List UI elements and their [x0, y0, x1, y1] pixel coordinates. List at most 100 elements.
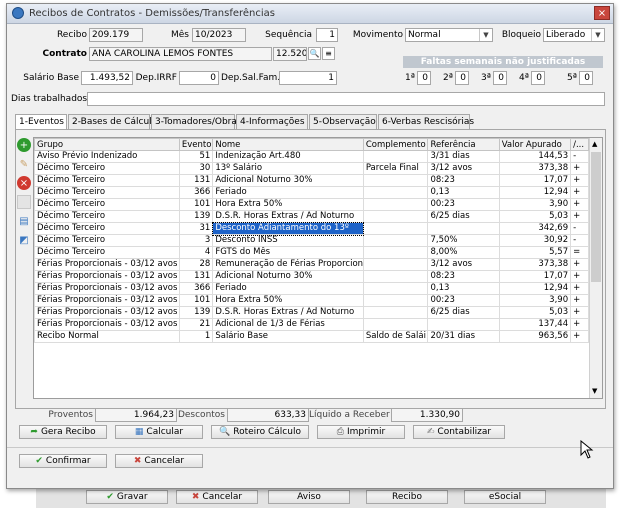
table-cell[interactable]: 21: [178, 318, 214, 331]
table-cell[interactable]: Desconto Adiantamento do 13º: [211, 221, 365, 236]
table-cell[interactable]: 139: [178, 210, 214, 223]
search-icon[interactable]: 🔍: [308, 47, 321, 60]
table-cell[interactable]: 3/12 avos: [427, 258, 500, 271]
table-cell[interactable]: Adicional de 1/3 de Férias: [212, 318, 364, 331]
table-cell[interactable]: 3: [178, 234, 214, 247]
table-cell[interactable]: [427, 222, 500, 235]
table-cell[interactable]: 342,69: [498, 222, 572, 235]
table-cell[interactable]: +: [570, 162, 589, 175]
imprimir-button[interactable]: ⎙ Imprimir: [317, 425, 405, 439]
table-cell[interactable]: Feriado: [212, 282, 364, 295]
table-cell[interactable]: Décimo Terceiro: [34, 186, 180, 199]
dep-irrf-field[interactable]: 0: [179, 71, 219, 85]
chart-icon[interactable]: ◩: [17, 233, 31, 247]
table-cell[interactable]: +: [570, 198, 589, 211]
sequencia-field[interactable]: 1: [316, 28, 338, 42]
table-cell[interactable]: [362, 294, 429, 307]
table-cell[interactable]: +: [570, 282, 589, 295]
delete-icon[interactable]: ×: [17, 176, 31, 190]
table-cell[interactable]: -: [570, 150, 589, 163]
table-cell[interactable]: [362, 270, 429, 283]
table-cell[interactable]: 144,53: [498, 150, 572, 163]
table-cell[interactable]: +: [570, 330, 589, 343]
table-cell[interactable]: Décimo Terceiro: [34, 174, 180, 187]
table-cell[interactable]: Adicional Noturno 30%: [212, 270, 364, 283]
scroll-thumb[interactable]: [591, 152, 601, 282]
table-cell[interactable]: Décimo Terceiro: [34, 246, 180, 259]
table-cell[interactable]: Adicional Noturno 30%: [212, 174, 364, 187]
table-cell[interactable]: +: [570, 270, 589, 283]
table-cell[interactable]: 366: [178, 186, 214, 199]
calcular-button[interactable]: ▦ Calcular: [115, 425, 203, 439]
table-cell[interactable]: Décimo Terceiro: [34, 210, 180, 223]
table-cell[interactable]: +: [570, 186, 589, 199]
gravar-button[interactable]: ✔ Gravar: [86, 490, 168, 504]
table-cell[interactable]: Férias Proporcionais - 03/12 avos: [34, 270, 180, 283]
table-cell[interactable]: +: [570, 306, 589, 319]
col-nome[interactable]: Nome: [212, 138, 364, 151]
table-cell[interactable]: +: [570, 294, 589, 307]
table-cell[interactable]: 3,90: [498, 294, 572, 307]
table-cell[interactable]: Décimo Terceiro: [34, 234, 180, 247]
table-cell[interactable]: FGTS do Mês: [212, 246, 364, 259]
table-cell[interactable]: =: [570, 246, 589, 259]
blank-icon[interactable]: [17, 195, 31, 209]
table-row[interactable]: Décimo Terceiro 101 Hora Extra 50% 00:23 3,9…: [34, 198, 589, 211]
table-cell[interactable]: +: [570, 318, 589, 331]
table-cell[interactable]: [362, 198, 429, 211]
semana-3-field[interactable]: 0: [493, 71, 507, 85]
confirmar-button[interactable]: ✔ Confirmar: [19, 454, 107, 468]
contrato-name-field[interactable]: ANA CAROLINA LEMOS FONTES: [89, 47, 272, 61]
table-cell[interactable]: 4: [178, 246, 214, 259]
table-cell[interactable]: Férias Proporcionais - 03/12 avos: [34, 294, 180, 307]
tab-eventos[interactable]: 1-Eventos: [15, 114, 67, 130]
table-cell[interactable]: 13º Salário: [212, 162, 364, 175]
table-cell[interactable]: Férias Proporcionais - 03/12 avos: [34, 282, 180, 295]
table-cell[interactable]: 366: [178, 282, 214, 295]
tab-verbas-rescisorias[interactable]: 6-Verbas Rescisórias: [378, 114, 474, 129]
table-cell[interactable]: 131: [178, 270, 214, 283]
table-cell[interactable]: 17,07: [498, 174, 572, 187]
recibo-button[interactable]: Recibo: [366, 490, 448, 504]
table-cell[interactable]: 12,94: [498, 282, 572, 295]
table-cell[interactable]: 1: [178, 330, 214, 343]
table-cell[interactable]: 101: [178, 294, 214, 307]
table-row[interactable]: Aviso Prévio Indenizado 51 Indenização Art…: [34, 150, 589, 163]
table-cell[interactable]: 131: [178, 174, 214, 187]
table-cell[interactable]: 20/31 dias: [427, 330, 500, 343]
table-cell[interactable]: 30: [178, 162, 214, 175]
table-cell[interactable]: 3,90: [498, 198, 572, 211]
salario-base-field[interactable]: 1.493,52: [81, 71, 133, 85]
table-cell[interactable]: Feriado: [212, 186, 364, 199]
col-referencia[interactable]: Referência: [427, 138, 500, 151]
table-cell[interactable]: 31: [178, 222, 214, 235]
table-row[interactable]: Décimo Terceiro 3 Desconto INSS 7,50% 30,92-: [34, 234, 589, 247]
table-cell[interactable]: 3/31 dias: [427, 150, 500, 163]
table-cell[interactable]: [362, 282, 429, 295]
table-cell[interactable]: [362, 150, 429, 163]
table-cell[interactable]: 51: [178, 150, 214, 163]
table-cell[interactable]: Décimo Terceiro: [34, 222, 180, 235]
col-complemento[interactable]: Complemento: [362, 138, 429, 151]
table-cell[interactable]: [362, 186, 429, 199]
table-cell[interactable]: 3/12 avos: [427, 162, 500, 175]
table-cell[interactable]: Férias Proporcionais - 03/12 avos: [34, 306, 180, 319]
col-grupo[interactable]: Grupo: [34, 138, 180, 151]
grid-scrollbar[interactable]: ▲ ▼: [589, 138, 602, 398]
tab-informacoes[interactable]: 4-Informações: [236, 114, 308, 129]
table-cell[interactable]: Aviso Prévio Indenizado: [34, 150, 180, 163]
table-cell[interactable]: Remuneração de Férias Proporcionais: [212, 258, 364, 271]
dias-trabalhados-field[interactable]: [87, 92, 605, 106]
table-cell[interactable]: 139: [178, 306, 214, 319]
table-cell[interactable]: -: [570, 234, 589, 247]
bg-cancelar-button[interactable]: ✖ Cancelar: [176, 490, 258, 504]
table-cell[interactable]: Hora Extra 50%: [212, 294, 364, 307]
semana-4-field[interactable]: 0: [531, 71, 545, 85]
table-cell[interactable]: Indenização Art.480: [212, 150, 364, 163]
semana-5-field[interactable]: 0: [579, 71, 593, 85]
bloqueio-select[interactable]: Liberado ▼: [543, 28, 605, 42]
table-cell[interactable]: 0,13: [427, 282, 500, 295]
table-cell[interactable]: 373,38: [498, 258, 572, 271]
table-cell[interactable]: 5,57: [498, 246, 572, 259]
dep-salfam-field[interactable]: 1: [279, 71, 337, 85]
